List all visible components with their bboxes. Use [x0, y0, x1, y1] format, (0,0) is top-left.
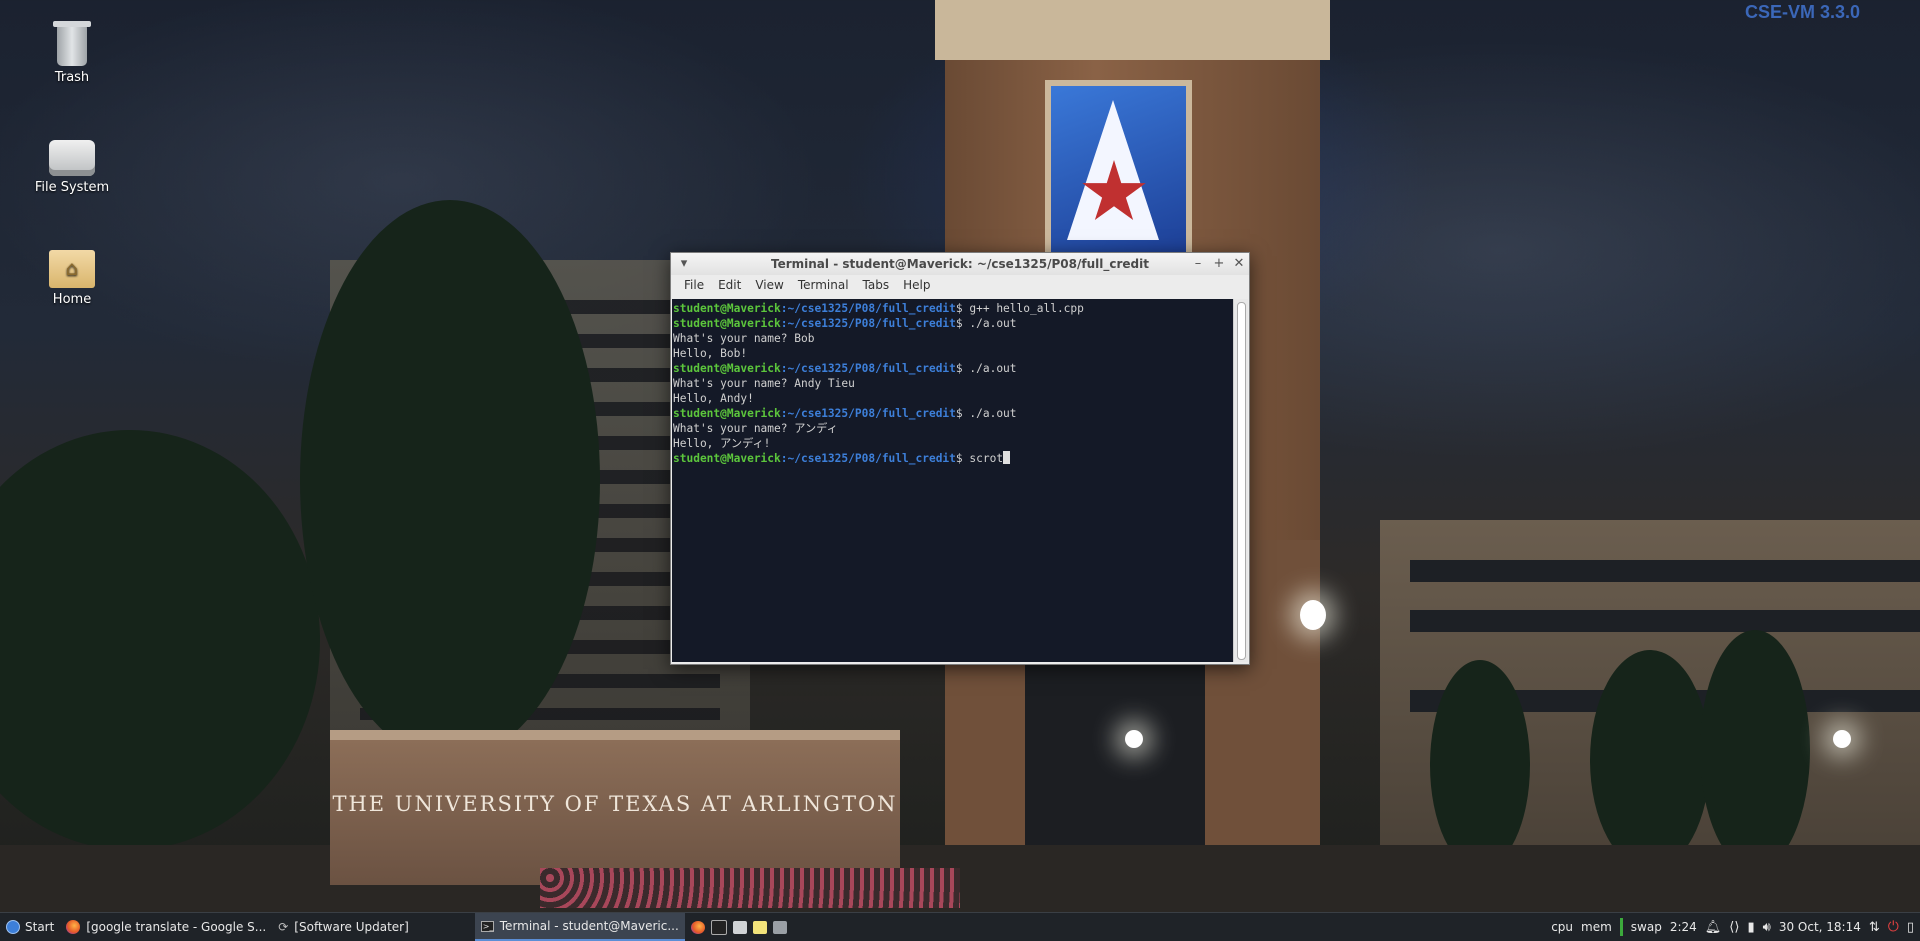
wallpaper-flowers [540, 868, 960, 908]
desktop-icon-home[interactable]: Home [22, 250, 122, 307]
menu-terminal[interactable]: Terminal [791, 278, 856, 292]
task-terminal[interactable]: >_ Terminal - student@Maveric... [474, 913, 685, 941]
terminal-output-line: Hello, Andy! [673, 392, 754, 405]
refresh-icon: ⟳ [278, 920, 289, 934]
command-text: $ ./a.out [955, 362, 1017, 375]
wallpaper-sign-text: THE UNIVERSITY OF TEXAS AT ARLINGTON [332, 792, 898, 816]
desktop-icon-label: Trash [54, 70, 90, 85]
task-label: [Software Updater] [294, 920, 409, 934]
terminal-command-line: student@Maverick:~/cse1325/P08/full_cred… [673, 316, 1233, 331]
task-label: Terminal - student@Maveric... [499, 919, 679, 933]
minimize-icon[interactable]: – [1189, 255, 1207, 273]
menu-help[interactable]: Help [896, 278, 937, 292]
window-title: Terminal - student@Maverick: ~/cse1325/P… [771, 257, 1149, 271]
clock[interactable]: 30 Oct, 18:14 [1779, 920, 1861, 934]
desktop-icon-label: File System [34, 180, 110, 195]
prompt-user: student@Maverick [673, 407, 781, 420]
task-label: [google translate - Google S... [86, 920, 267, 934]
volume-icon[interactable]: 🔊︎ [1763, 920, 1771, 935]
firefox-icon [66, 920, 81, 934]
swap-monitor[interactable]: swap [1631, 920, 1662, 934]
terminal-launcher-icon[interactable] [710, 919, 727, 935]
wallpaper-sign: THE UNIVERSITY OF TEXAS AT ARLINGTON [330, 730, 900, 885]
desktop-icon-trash[interactable]: Trash [22, 21, 122, 85]
show-desktop-icon[interactable]: ▯ [1907, 920, 1914, 935]
prompt-path: :~/cse1325/P08/full_credit [780, 317, 956, 330]
task-software-updater[interactable]: ⟳ [Software Updater] [272, 913, 415, 941]
prompt-user: student@Maverick [673, 362, 781, 375]
wallpaper-tree [1700, 630, 1810, 870]
terminal-output-line: What's your name? アンディ [673, 422, 838, 435]
swap-meter [1619, 918, 1623, 936]
terminal-output-line: Hello, アンディ! [673, 437, 771, 450]
load-indicator[interactable]: 2:24 [1670, 920, 1697, 934]
trash-icon [53, 21, 91, 66]
terminal-window[interactable]: ▾ Terminal - student@Maverick: ~/cse1325… [670, 252, 1250, 665]
text-cursor [1003, 451, 1011, 464]
terminal-output[interactable]: student@Maverick:~/cse1325/P08/full_cred… [672, 299, 1233, 662]
prompt-user: student@Maverick [673, 452, 781, 465]
wallpaper-tree [300, 200, 600, 760]
menu-file[interactable]: File [677, 278, 711, 292]
power-icon[interactable]: ⏻ [1888, 919, 1899, 935]
scrollbar-thumb[interactable] [1237, 302, 1246, 660]
prompt-user: student@Maverick [673, 302, 781, 315]
terminal-scrollbar[interactable] [1233, 299, 1248, 662]
terminal-icon: >_ [480, 920, 494, 932]
battery-icon[interactable]: ▮ [1747, 920, 1754, 935]
firefox-launcher-icon[interactable] [690, 920, 705, 934]
terminal-command-line: student@Maverick:~/cse1325/P08/full_cred… [673, 301, 1233, 316]
start-menu-icon [6, 920, 20, 934]
terminal-command-line: student@Maverick:~/cse1325/P08/full_cred… [673, 361, 1233, 376]
terminal-output-line: What's your name? Bob [673, 332, 815, 345]
menu-view[interactable]: View [748, 278, 790, 292]
task-google-translate[interactable]: [google translate - Google S... [60, 913, 272, 941]
command-text: $ ./a.out [955, 317, 1017, 330]
terminal-command-line: student@Maverick:~/cse1325/P08/full_cred… [673, 451, 1233, 466]
wallpaper-ground [0, 845, 1920, 912]
home-folder-icon [49, 250, 95, 288]
maximize-icon[interactable]: + [1210, 255, 1228, 273]
network-transfer-icon[interactable]: ⇅ [1869, 920, 1880, 935]
command-text: $ g++ hello_all.cpp [955, 302, 1084, 315]
quick-launcher [685, 919, 793, 935]
desktop-icon-label: Home [52, 292, 92, 307]
command-text: $ ./a.out [955, 407, 1017, 420]
wallpaper-tree [1430, 660, 1530, 870]
start-label: Start [25, 920, 55, 934]
wallpaper-lamp [1833, 730, 1851, 748]
close-icon[interactable]: ✕ [1230, 255, 1248, 273]
system-tray: cpu mem swap 2:24 🔔︎ ⟨⟩ ▮ 🔊︎ 30 Oct, 18:… [1551, 918, 1920, 936]
cpu-monitor[interactable]: cpu [1551, 920, 1573, 934]
prompt-path: :~/cse1325/P08/full_credit [780, 452, 956, 465]
wallpaper-tree [0, 430, 320, 850]
terminal-output-line: Hello, Bob! [673, 347, 748, 360]
network-icon[interactable]: ⟨⟩ [1729, 920, 1739, 935]
prompt-path: :~/cse1325/P08/full_credit [780, 407, 956, 420]
menu-tabs[interactable]: Tabs [856, 278, 897, 292]
prompt-path: :~/cse1325/P08/full_credit [780, 302, 956, 315]
wallpaper-lamp [1300, 600, 1326, 630]
terminal-command-line: student@Maverick:~/cse1325/P08/full_cred… [673, 406, 1233, 421]
prompt-path: :~/cse1325/P08/full_credit [780, 362, 956, 375]
hard-drive-icon [49, 140, 95, 176]
mem-monitor[interactable]: mem [1581, 920, 1612, 934]
menu-edit[interactable]: Edit [711, 278, 748, 292]
command-text: $ scrot [955, 452, 1004, 465]
wallpaper-tree [1590, 650, 1710, 870]
start-button[interactable]: Start [0, 913, 60, 941]
vm-version-label: CSE-VM 3.3.0 [1744, 2, 1860, 22]
file-manager-launcher-icon[interactable] [732, 920, 747, 934]
desktop-icon-file-system[interactable]: File System [22, 140, 122, 195]
terminal-titlebar[interactable]: ▾ Terminal - student@Maverick: ~/cse1325… [671, 253, 1249, 275]
prompt-user: student@Maverick [673, 317, 781, 330]
taskbar: Start [google translate - Google S... ⟳ … [0, 912, 1920, 941]
notification-bell-icon[interactable]: 🔔︎ [1705, 920, 1722, 935]
wallpaper-lamp [1125, 730, 1143, 748]
text-editor-launcher-icon[interactable] [752, 920, 767, 934]
screenshot-launcher-icon[interactable] [772, 920, 787, 934]
terminal-menubar: File Edit View Terminal Tabs Help [671, 275, 1249, 295]
terminal-output-line: What's your name? Andy Tieu [673, 377, 855, 390]
